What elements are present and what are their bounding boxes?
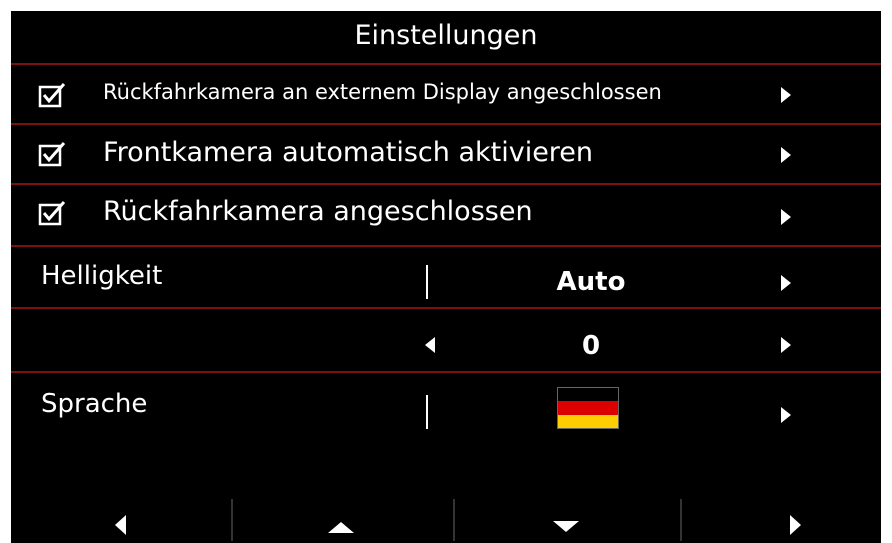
chevron-right-icon[interactable] (781, 147, 791, 163)
brightness-level-value: 0 (581, 331, 601, 361)
settings-screen: Einstellungen Rückfahrkamera an externem… (11, 11, 881, 543)
brightness-mode-value: Auto (556, 267, 626, 297)
flag-stripe-black (558, 388, 618, 402)
value-divider (426, 395, 428, 429)
nav-up-button[interactable] (233, 489, 453, 543)
bottom-navigation (11, 489, 881, 543)
nav-left-button[interactable] (11, 489, 231, 543)
setting-brightness[interactable]: Helligkeit Auto (11, 247, 881, 307)
checkbox-checked-icon[interactable] (37, 140, 67, 168)
nav-right-button[interactable] (682, 489, 881, 543)
chevron-right-icon[interactable] (781, 209, 791, 225)
setting-language[interactable]: Sprache (11, 373, 881, 439)
nav-down-button[interactable] (455, 489, 680, 543)
setting-label: Sprache (41, 389, 148, 419)
flag-stripe-red (558, 401, 618, 415)
setting-label: Frontkamera automatisch aktivieren (103, 137, 594, 168)
chevron-left-icon[interactable] (425, 337, 435, 353)
setting-label: Rückfahrkamera an externem Display anges… (103, 80, 662, 104)
setting-rear-camera-connected[interactable]: Rückfahrkamera angeschlossen (11, 185, 881, 243)
chevron-right-icon[interactable] (781, 407, 791, 423)
setting-label: Rückfahrkamera angeschlossen (103, 196, 533, 227)
setting-front-camera-auto[interactable]: Frontkamera automatisch aktivieren (11, 125, 881, 183)
flag-stripe-gold (558, 414, 618, 428)
germany-flag-icon[interactable] (557, 387, 619, 429)
down-arrow-icon (553, 521, 579, 532)
chevron-right-icon[interactable] (781, 337, 791, 353)
chevron-right-icon[interactable] (781, 275, 791, 291)
checkbox-checked-icon[interactable] (37, 81, 67, 109)
setting-label: Helligkeit (41, 261, 163, 291)
setting-brightness-level[interactable]: 0 (11, 309, 881, 371)
page-title: Einstellungen (354, 20, 538, 51)
chevron-right-icon[interactable] (781, 87, 791, 103)
right-arrow-icon (790, 515, 801, 535)
setting-rear-camera-external-display[interactable]: Rückfahrkamera an externem Display anges… (11, 65, 881, 123)
checkbox-checked-icon[interactable] (37, 199, 67, 227)
value-divider (426, 265, 428, 299)
left-arrow-icon (115, 515, 126, 535)
up-arrow-icon (328, 522, 354, 533)
